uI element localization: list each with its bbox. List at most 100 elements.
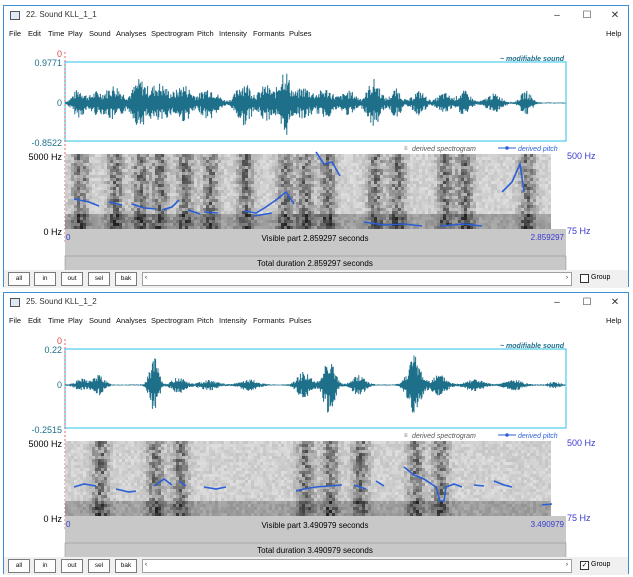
menu-time[interactable]: Time	[48, 29, 64, 38]
group-checkbox[interactable]	[580, 274, 589, 283]
pitch-legend-dot	[505, 433, 509, 437]
pitch-top-label: 500 Hz	[567, 438, 596, 448]
horizontal-scrollbar[interactable]	[142, 559, 572, 573]
scroll-right-icon[interactable]: ›	[563, 559, 571, 571]
button-row: all in out sel bak ‹ › ✓ Group	[4, 557, 628, 575]
in-button[interactable]: in	[34, 559, 56, 573]
menu-spectrogram[interactable]: Spectrogram	[151, 29, 194, 38]
spectrogram-legend-icon: ≡	[404, 433, 408, 439]
menu-file[interactable]: File	[9, 29, 21, 38]
menu-edit[interactable]: Edit	[28, 316, 41, 325]
pitch-legend-dot	[505, 146, 509, 150]
menu-sound[interactable]: Sound	[89, 316, 111, 325]
wave-max-label: 0.22	[44, 345, 62, 355]
derived-pitch-label: derived pitch	[518, 146, 558, 153]
menu-formants[interactable]: Formants	[253, 29, 285, 38]
button-row: all in out sel bak ‹ › Group	[4, 270, 628, 288]
close-icon[interactable]: ✕	[602, 6, 628, 26]
all-button[interactable]: all	[8, 272, 30, 286]
scroll-left-icon[interactable]: ‹	[142, 272, 150, 284]
window-title: 25. Sound KLL_1_2	[26, 297, 97, 306]
menu-bar: File Edit Time Play Sound Analyses Spect…	[4, 26, 628, 42]
menu-analyses[interactable]: Analyses	[116, 29, 146, 38]
bak-button[interactable]: bak	[115, 559, 137, 573]
freq-bottom-label: 0 Hz	[43, 514, 62, 524]
wave-zero-label: 0	[57, 98, 62, 108]
menu-intensity[interactable]: Intensity	[219, 316, 247, 325]
visible-part-label: Visible part 3.490979 seconds	[261, 521, 368, 530]
close-icon[interactable]: ✕	[602, 293, 628, 313]
menu-pitch[interactable]: Pitch	[197, 316, 214, 325]
pitch-bottom-label: 75 Hz	[567, 513, 591, 523]
derived-spectrogram-label: derived spectrogram	[412, 433, 476, 440]
wave-min-label: -0.2515	[31, 425, 62, 435]
maximize-icon[interactable]: ☐	[574, 6, 600, 26]
out-button[interactable]: out	[61, 272, 83, 286]
minimize-icon[interactable]: –	[544, 293, 570, 313]
sel-button[interactable]: sel	[88, 272, 110, 286]
time-start-label: 0	[66, 233, 71, 242]
scroll-right-icon[interactable]: ›	[563, 272, 571, 284]
modifiable-sound-label: ~ modifiable sound	[500, 56, 565, 63]
group-label: Group	[591, 561, 611, 568]
freq-bottom-label: 0 Hz	[43, 227, 62, 237]
group-label: Group	[591, 274, 611, 281]
menu-formants[interactable]: Formants	[253, 316, 285, 325]
total-duration-label: Total duration 3.490979 seconds	[257, 546, 373, 555]
derived-spectrogram-label: derived spectrogram	[412, 146, 476, 153]
total-duration-label: Total duration 2.859297 seconds	[257, 259, 373, 268]
menu-sound[interactable]: Sound	[89, 29, 111, 38]
menu-analyses[interactable]: Analyses	[116, 316, 146, 325]
title-bar[interactable]: 25. Sound KLL_1_2 – ☐ ✕	[4, 293, 628, 313]
in-button[interactable]: in	[34, 272, 56, 286]
sound-window-1: 22. Sound KLL_1_1 – ☐ ✕ File Edit Time P…	[3, 5, 629, 288]
derived-pitch-label: derived pitch	[518, 433, 558, 440]
maximize-icon[interactable]: ☐	[574, 293, 600, 313]
group-checkbox[interactable]: ✓	[580, 561, 589, 570]
time-end-label: 2.859297	[531, 233, 565, 242]
menu-help[interactable]: Help	[606, 29, 621, 38]
modifiable-sound-label: ~ modifiable sound	[500, 343, 565, 350]
wave-zero-label: 0	[57, 380, 62, 390]
freq-top-label: 5000 Hz	[28, 152, 62, 162]
app-icon	[10, 298, 20, 307]
spectrogram-texture	[65, 441, 551, 516]
sel-button[interactable]: sel	[88, 559, 110, 573]
menu-file[interactable]: File	[9, 316, 21, 325]
visible-part-label: Visible part 2.859297 seconds	[261, 234, 368, 243]
menu-edit[interactable]: Edit	[28, 29, 41, 38]
sound-window-2: 25. Sound KLL_1_2 – ☐ ✕ File Edit Time P…	[3, 292, 629, 575]
pitch-bottom-label: 75 Hz	[567, 226, 591, 236]
analysis-svg[interactable]: 0 0.9771 0 -0.8522 ~ modifiable sound 50…	[4, 42, 628, 272]
minimize-icon[interactable]: –	[544, 6, 570, 26]
menu-intensity[interactable]: Intensity	[219, 29, 247, 38]
app-icon	[10, 11, 20, 20]
time-start-label: 0	[66, 520, 71, 529]
menu-help[interactable]: Help	[606, 316, 621, 325]
title-bar[interactable]: 22. Sound KLL_1_1 – ☐ ✕	[4, 6, 628, 26]
all-button[interactable]: all	[8, 559, 30, 573]
analysis-area[interactable]: 0 0.9771 0 -0.8522 ~ modifiable sound 50…	[4, 42, 628, 272]
menu-play[interactable]: Play	[68, 316, 83, 325]
menu-pitch[interactable]: Pitch	[197, 29, 214, 38]
bak-button[interactable]: bak	[115, 272, 137, 286]
menu-pulses[interactable]: Pulses	[289, 316, 312, 325]
out-button[interactable]: out	[61, 559, 83, 573]
wave-max-label: 0.9771	[34, 58, 62, 68]
window-title: 22. Sound KLL_1_1	[26, 10, 97, 19]
menu-bar: File Edit Time Play Sound Analyses Spect…	[4, 313, 628, 329]
spectrogram-legend-icon: ≡	[404, 146, 408, 152]
spectrogram-texture	[65, 154, 551, 229]
freq-top-label: 5000 Hz	[28, 439, 62, 449]
scroll-left-icon[interactable]: ‹	[142, 559, 150, 571]
menu-pulses[interactable]: Pulses	[289, 29, 312, 38]
pitch-top-label: 500 Hz	[567, 151, 596, 161]
time-end-label: 3.490979	[531, 520, 565, 529]
menu-spectrogram[interactable]: Spectrogram	[151, 316, 194, 325]
horizontal-scrollbar[interactable]	[142, 272, 572, 286]
analysis-svg[interactable]: 0 0.22 0 -0.2515 ~ modifiable sound 5000…	[4, 329, 628, 559]
menu-time[interactable]: Time	[48, 316, 64, 325]
menu-play[interactable]: Play	[68, 29, 83, 38]
analysis-area[interactable]: 0 0.22 0 -0.2515 ~ modifiable sound 5000…	[4, 329, 628, 559]
wave-min-label: -0.8522	[31, 138, 62, 148]
